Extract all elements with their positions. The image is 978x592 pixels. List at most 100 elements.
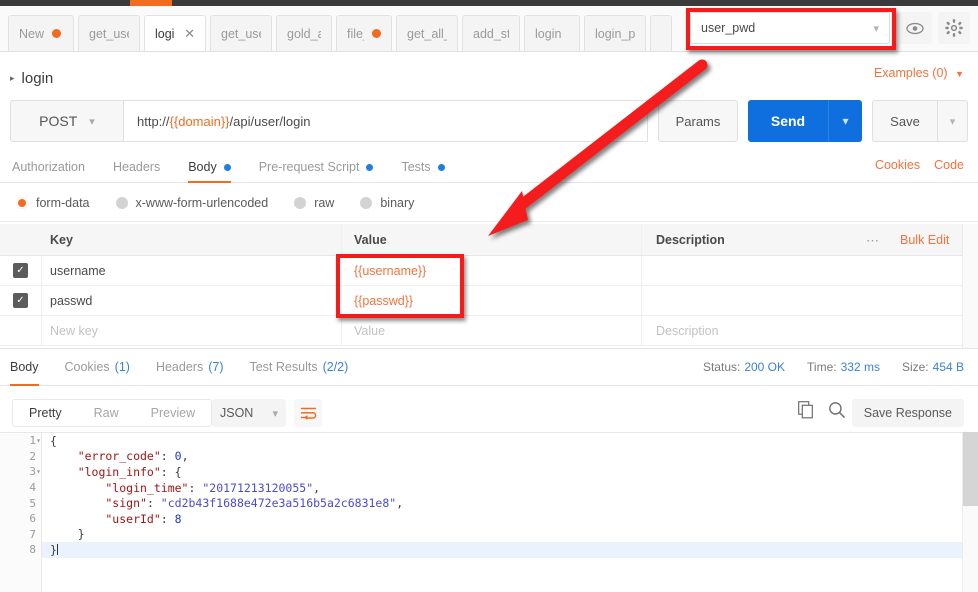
cookies-link[interactable]: Cookies	[875, 158, 920, 172]
radio-label: binary	[380, 196, 415, 210]
view-mode-pretty[interactable]: Pretty	[13, 400, 78, 426]
fold-toggle-icon[interactable]: ▾	[36, 436, 41, 445]
editor-code[interactable]: { "error_code": 0, "login_info": { "logi…	[42, 433, 962, 592]
request-tab-new[interactable]: New	[8, 15, 74, 51]
table-row-new[interactable]: New key Value Description	[0, 316, 962, 346]
tab-tests[interactable]: Tests	[401, 152, 445, 183]
editor-code-line: {	[50, 433, 962, 449]
save-response-button[interactable]: Save Response	[851, 399, 964, 427]
radio-button[interactable]	[16, 197, 28, 209]
method-selector[interactable]: POST ▾	[10, 100, 124, 142]
line-number: 1	[29, 434, 36, 448]
save-button[interactable]: Save	[872, 100, 938, 142]
response-tab-headers[interactable]: Headers (7)	[156, 348, 224, 386]
editor-scrollbar-thumb[interactable]	[963, 432, 978, 506]
status-metric: Status: 200 OK	[703, 360, 785, 374]
request-tab-l[interactable]: l	[650, 15, 672, 51]
caret-right-icon[interactable]: ▸	[10, 73, 15, 84]
word-wrap-button[interactable]	[294, 399, 322, 427]
request-tab-login[interactable]: login	[524, 15, 580, 51]
editor-scrollbar[interactable]	[962, 432, 978, 592]
response-tab-body[interactable]: Body	[10, 348, 39, 386]
request-tab-get-all-stu[interactable]: get_all_stu	[396, 15, 458, 51]
table-scrollbar[interactable]	[962, 224, 978, 348]
request-tab-gold-add[interactable]: gold_add	[276, 15, 332, 51]
request-tab-get-user-i[interactable]: get_user_i	[78, 15, 140, 51]
request-tab-label: get_all_stu	[407, 26, 447, 41]
size-metric: Size: 454 B	[902, 360, 964, 374]
search-button[interactable]	[828, 401, 846, 424]
row-checkbox[interactable]: ✓	[13, 263, 28, 278]
ellipsis-icon[interactable]: ⋯	[866, 233, 880, 249]
response-tabs[interactable]: Body Cookies (1) Headers (7) Test Results (2/2…	[10, 348, 374, 386]
editor-line-number: 5	[0, 495, 41, 511]
settings-button[interactable]	[938, 12, 970, 44]
editor-line-number: 1 ▾	[0, 433, 41, 449]
gear-icon	[945, 19, 963, 37]
code-token: 0	[174, 449, 182, 464]
line-number: 3	[29, 465, 36, 479]
new-description-input[interactable]: Description	[642, 316, 962, 345]
response-tab-label: Headers	[155, 360, 204, 374]
code-token: "login_info"	[50, 464, 161, 479]
table-row[interactable]: ✓ passwd {{passwd}}	[0, 286, 962, 316]
request-tab-get-user-i[interactable]: get_user_i	[210, 15, 272, 51]
request-tab-login-pren[interactable]: login_pren	[584, 15, 646, 51]
row-description[interactable]	[642, 256, 962, 285]
row-key[interactable]: passwd	[42, 286, 342, 315]
row-checkbox[interactable]: ✓	[13, 293, 28, 308]
tab-body[interactable]: Body	[188, 152, 231, 183]
code-token: {	[50, 433, 57, 448]
body-type-binary[interactable]: binary	[360, 196, 414, 210]
triangle-down-icon: ▼	[955, 69, 964, 79]
row-description[interactable]	[642, 286, 962, 315]
chevron-down-icon: ▾	[949, 115, 956, 128]
url-suffix: /api/user/login	[229, 113, 311, 129]
examples-dropdown[interactable]: Examples (0) ▼	[874, 66, 964, 80]
new-value-input[interactable]: Value	[342, 316, 642, 345]
body-type-raw[interactable]: raw	[294, 196, 334, 210]
fold-toggle-icon[interactable]: ▾	[36, 467, 41, 476]
line-number: 2	[29, 449, 36, 463]
response-tab-count: (1)	[114, 360, 130, 374]
new-key-input[interactable]: New key	[42, 316, 342, 345]
code-token: 8	[174, 511, 182, 526]
save-options-button[interactable]: ▾	[938, 100, 968, 142]
table-row[interactable]: ✓ username {{username}}	[0, 256, 962, 286]
code-link[interactable]: Code	[934, 158, 964, 172]
tab-authorization[interactable]: Authorization	[12, 152, 85, 183]
row-key[interactable]: username	[42, 256, 342, 285]
response-format-selector[interactable]: JSON ▾	[212, 399, 286, 427]
radio-button[interactable]	[360, 197, 373, 209]
response-tab-cookies[interactable]: Cookies (1)	[65, 348, 130, 386]
view-mode-preview[interactable]: Preview	[135, 400, 211, 426]
response-body-editor[interactable]: 1 ▾ 2 3 ▾ 4 5 6 7 8 { "error_code": 0, "login_inf…	[0, 432, 962, 592]
view-mode-raw[interactable]: Raw	[78, 400, 135, 426]
response-view-mode-group[interactable]: Pretty Raw Preview	[12, 399, 213, 427]
tab-headers[interactable]: Headers	[113, 152, 160, 183]
tab-pre-request-script[interactable]: Pre-request Script	[259, 152, 374, 183]
radio-button[interactable]	[294, 197, 307, 209]
send-label: Send	[770, 113, 806, 129]
editor-code-line: "sign": "cd2b43f1688e472e3a516b5a2c6831e…	[50, 495, 962, 511]
send-button[interactable]: Send	[748, 100, 828, 142]
text-cursor	[56, 544, 58, 556]
bulk-edit-button[interactable]: Bulk Edit	[900, 233, 949, 247]
body-type-x-www-form-urlencoded[interactable]: x-www-form-urlencoded	[115, 196, 268, 210]
close-icon[interactable]: ✕	[184, 26, 195, 42]
postman-window: Newget_user_ilogin✕get_user_igold_addfil…	[0, 0, 978, 592]
request-tab-login[interactable]: login ✕	[144, 15, 206, 51]
send-options-button[interactable]: ▾	[828, 100, 862, 142]
body-type-form-data[interactable]: form-data	[16, 196, 90, 210]
request-tab-file-[interactable]: file_	[336, 15, 392, 51]
request-tab-add-stu[interactable]: add_stu	[462, 15, 520, 51]
radio-button[interactable]	[115, 197, 128, 209]
row-checkbox-cell	[0, 316, 42, 345]
response-tab-test-results[interactable]: Test Results (2/2)	[249, 348, 348, 386]
code-token: "cd2b43f1688e472e3a516b5a2c6831e8"	[160, 496, 397, 511]
copy-button[interactable]	[798, 401, 815, 424]
environment-quick-look-button[interactable]	[898, 12, 932, 44]
copy-icon	[798, 401, 813, 419]
content-indicator-dot-icon	[223, 163, 231, 171]
editor-code-line: }	[50, 527, 962, 543]
